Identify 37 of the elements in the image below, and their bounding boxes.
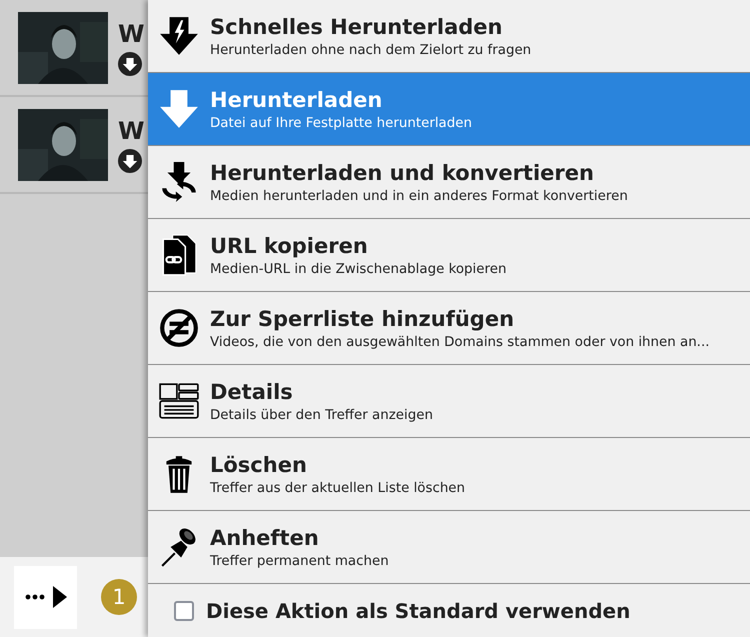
menu-item-description: Treffer aus der aktuellen Liste löschen (210, 480, 466, 496)
download-icon[interactable] (118, 148, 142, 172)
menu-item-description: Treffer permanent machen (210, 554, 389, 568)
count-badge: 1 (101, 579, 137, 615)
checkbox-label: Diese Aktion als Standard verwenden (206, 598, 630, 622)
download-icon[interactable] (118, 52, 142, 76)
menu-item-title: Löschen (210, 452, 308, 476)
menu-item-description: Datei auf Ihre Festplatte herunterladen (210, 116, 472, 130)
menu-item-description: Herunterladen ohne nach dem Zielort zu fragen (210, 42, 532, 58)
menu-item-title: Schnelles Herunterladen (210, 14, 504, 38)
result-title: W (118, 116, 144, 144)
menu-item-title: Anheften (210, 526, 320, 550)
more-icon (24, 594, 44, 600)
menu-item[interactable]: Details Details über den Treffer anzeigen (148, 365, 750, 438)
play-icon (52, 586, 66, 608)
menu-item-title: URL kopieren (210, 234, 369, 258)
menu-item-title: Herunterladen (210, 88, 384, 112)
menu-item-title: Zur Sperrliste hinzufügen (210, 306, 516, 330)
menu-item[interactable]: Anheften Treffer permanent machen (148, 511, 750, 584)
menu-item[interactable]: Löschen Treffer aus der aktuellen Liste löschen (148, 438, 750, 511)
download-icon (158, 88, 200, 130)
menu-item-title: Details (210, 380, 294, 404)
menu-item[interactable]: Zur Sperrliste hinzufügen Videos, die von den ausgewählten Domains stammen oder von ihnen an... (148, 292, 750, 365)
lightning-arrow-icon (158, 15, 200, 57)
menu-item[interactable]: Herunterladen und konvertieren Medien herunterladen und in ein anderes Format konvertieren (148, 146, 750, 219)
default-action-checkbox[interactable]: Diese Aktion als Standard verwenden (148, 584, 750, 637)
menu-item-description: Medien herunterladen und in ein anderes Format konvertieren (210, 188, 628, 204)
checkbox[interactable] (174, 600, 194, 620)
menu-item-description: Details über den Treffer anzeigen (210, 408, 433, 422)
result-title: W (118, 20, 144, 48)
menu-item[interactable]: URL kopieren Medien-URL in die Zwischenablage kopieren (148, 219, 750, 292)
menu-item[interactable]: Herunterladen Datei auf Ihre Festplatte herunterladen (148, 73, 750, 146)
menu-item-description: Medien-URL in die Zwischenablage kopieren (210, 262, 506, 276)
more-button[interactable] (14, 566, 77, 628)
menu-item-title: Herunterladen und konvertieren (210, 160, 595, 184)
blocked-icon (158, 307, 200, 349)
menu-item-description: Videos, die von den ausgewählten Domains stammen oder von ihnen an... (210, 334, 710, 350)
